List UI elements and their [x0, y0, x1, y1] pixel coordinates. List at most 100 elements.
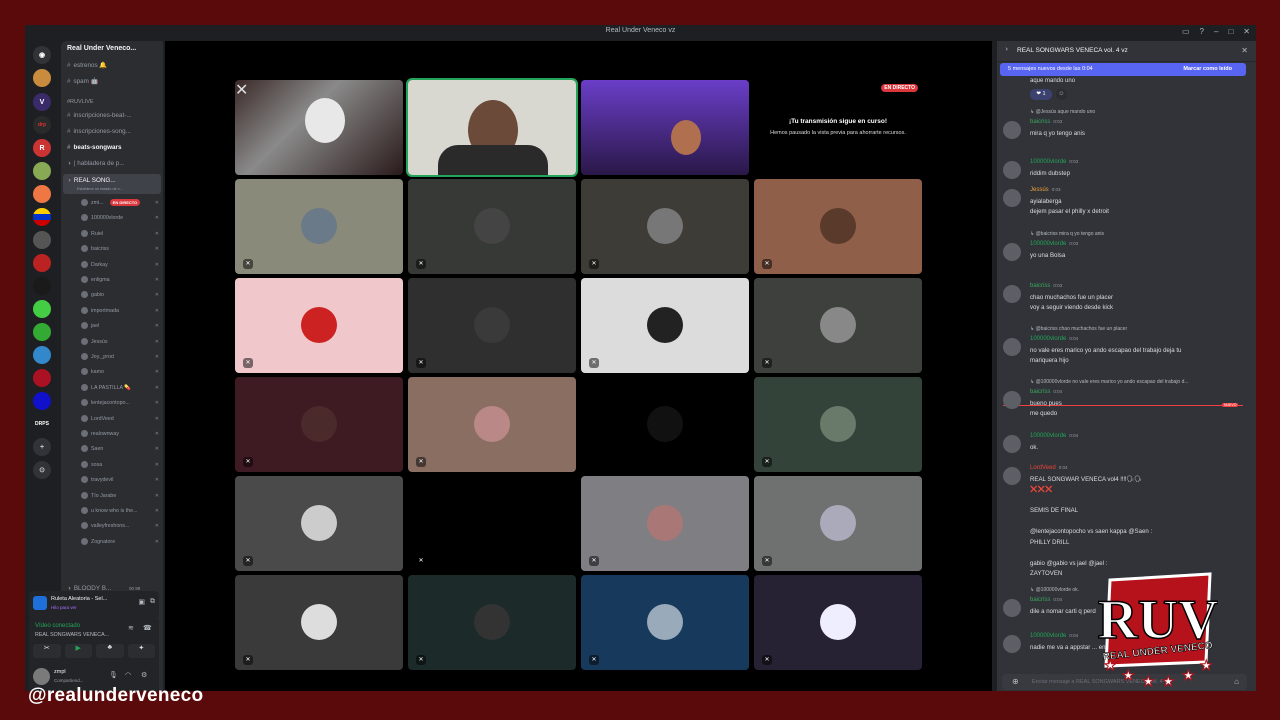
share-screen-button[interactable]: ▶	[64, 644, 92, 658]
voice-user[interactable]: Tío Jarabe	[81, 491, 116, 499]
video-tile[interactable]: ✕	[235, 80, 403, 175]
server-icon[interactable]: R	[33, 139, 51, 157]
avatar[interactable]	[1003, 243, 1021, 261]
voice-user[interactable]: travydevil	[81, 476, 113, 484]
participant-tile[interactable]: ✕	[754, 377, 922, 472]
message-author[interactable]: 100000vlorde 0:03	[1030, 241, 1078, 247]
message-author[interactable]: baicriss 0:03	[1030, 283, 1062, 289]
participant-tile[interactable]: ✕	[581, 476, 749, 571]
channel-beats-songwars[interactable]: # beats-songwars	[67, 144, 121, 151]
server-icon[interactable]	[33, 323, 51, 341]
server-icon[interactable]	[33, 254, 51, 272]
voice-connected-channel[interactable]: REAL SONGWARS VENECA...	[35, 632, 109, 638]
add-reaction-icon[interactable]: ☺	[1056, 89, 1067, 100]
voice-user[interactable]: jael	[81, 322, 99, 330]
new-messages-banner[interactable]: 5 mensajes nuevos desde las 0:04 Marcar …	[1000, 63, 1246, 76]
avatar[interactable]	[1003, 435, 1021, 453]
mark-read-button[interactable]: Marcar como leído	[1183, 66, 1232, 72]
avatar[interactable]	[1003, 121, 1021, 139]
participant-tile[interactable]: ✕	[235, 476, 403, 571]
server-icon[interactable]	[33, 208, 51, 226]
avatar[interactable]	[1003, 599, 1021, 617]
channel-inscripciones-song[interactable]: # inscripciones-song...	[67, 128, 131, 135]
channel-estrenos[interactable]: # estrenos 🔔	[67, 61, 107, 69]
explore-icon[interactable]: ⊙	[33, 461, 51, 479]
server-icon[interactable]	[33, 185, 51, 203]
voice-user[interactable]: enligma	[81, 276, 110, 283]
participant-tile[interactable]: ✕	[754, 476, 922, 571]
disconnect-icon[interactable]: ☎	[143, 624, 152, 632]
channel-habladera[interactable]: ◑ | habladera de p...	[67, 160, 124, 167]
server-icon[interactable]	[33, 277, 51, 295]
voice-user[interactable]: Joy._prod	[81, 353, 114, 360]
video-tile[interactable]	[581, 80, 749, 175]
server-icon[interactable]	[33, 162, 51, 180]
channel-spam[interactable]: # spam 🤖	[67, 77, 99, 85]
server-icon[interactable]: drp	[33, 116, 51, 134]
avatar[interactable]	[1003, 391, 1021, 409]
reply-reference[interactable]: ↳ @baicriss mira q yo tengo anis	[1030, 231, 1104, 237]
channel-inscripciones-beat[interactable]: # inscripciones-beat-...	[67, 112, 132, 119]
server-icon[interactable]: DRPS	[33, 415, 51, 433]
avatar[interactable]	[33, 668, 50, 685]
voice-user[interactable]: baicriss	[81, 245, 109, 253]
avatar[interactable]	[1003, 189, 1021, 207]
discord-home-icon[interactable]: ◉	[33, 46, 51, 64]
server-icon[interactable]	[33, 346, 51, 364]
voice-user[interactable]: Zognatore	[81, 537, 115, 545]
message-author[interactable]: 100000vlorde 0:04	[1030, 433, 1078, 439]
server-icon[interactable]	[33, 369, 51, 387]
voice-user[interactable]: u know who is the...	[81, 507, 138, 514]
message-author[interactable]: baicriss 0:04	[1030, 389, 1062, 395]
participant-tile[interactable]: ✕	[408, 476, 576, 571]
voice-user[interactable]: realownway	[81, 430, 119, 437]
server-icon[interactable]: V	[33, 93, 51, 111]
gamepad-icon[interactable]: ⌂	[1234, 677, 1239, 686]
server-name[interactable]: Real Under Veneco...	[67, 45, 136, 52]
message-author[interactable]: 100000vlorde 0:03	[1030, 159, 1078, 165]
voice-user[interactable]: lentejacontopo...	[81, 399, 130, 407]
stream-paused-tile[interactable]: EN DIRECTO ¡Tu transmisión sigue en curs…	[754, 80, 922, 175]
activity-panel[interactable]: Ruleta Aleatoria - Sel... Hilo para ver …	[29, 591, 159, 619]
message-author[interactable]: baicriss 0:03	[1030, 119, 1062, 125]
participant-tile[interactable]	[581, 377, 749, 472]
participant-tile[interactable]: ✕	[235, 278, 403, 373]
participant-tile[interactable]: ✕	[581, 575, 749, 670]
participant-tile[interactable]: ✕	[408, 377, 576, 472]
gear-icon[interactable]: ⚙	[141, 671, 147, 679]
maximize-icon[interactable]: □	[1228, 27, 1233, 36]
participant-tile[interactable]: ✕	[408, 575, 576, 670]
voice-user[interactable]: zmi... EN DIRECTO	[81, 199, 141, 207]
participant-tile[interactable]: ✕	[754, 575, 922, 670]
message-author[interactable]: baicriss 0:04	[1030, 597, 1062, 603]
voice-user[interactable]: LA PASTILLA 💊	[81, 383, 131, 391]
participant-tile[interactable]: ✕	[408, 179, 576, 274]
screen-icon[interactable]: ▣	[138, 598, 145, 606]
message-author[interactable]: 100000vlorde 0:04	[1030, 633, 1078, 639]
participant-tile[interactable]: ✕	[235, 179, 403, 274]
voice-user[interactable]: Jessús	[81, 337, 108, 345]
message-author[interactable]: Jessús 0:03	[1030, 187, 1060, 193]
participant-tile[interactable]: ✕	[581, 179, 749, 274]
video-tile-speaking[interactable]	[406, 78, 578, 177]
server-icon[interactable]	[33, 231, 51, 249]
message-author[interactable]: 100000vlorde 0:04	[1030, 336, 1078, 342]
voice-user[interactable]: valleyfreshons...	[81, 522, 129, 530]
camera-button[interactable]: ✂	[33, 644, 61, 658]
popout-icon[interactable]: ⧉	[150, 598, 155, 606]
add-attachment-icon[interactable]: ⊕	[1012, 677, 1019, 686]
voice-channel-active[interactable]: ◑ REAL SONG... Establece un estado de c..…	[63, 174, 161, 194]
participant-tile[interactable]: ✕	[754, 179, 922, 274]
voice-user[interactable]: gabio	[81, 291, 104, 299]
help-icon[interactable]: ?	[1200, 27, 1204, 36]
voice-user[interactable]: Saen	[81, 445, 103, 453]
avatar[interactable]	[1003, 285, 1021, 303]
participant-tile[interactable]: ✕	[581, 278, 749, 373]
close-icon[interactable]: ✕	[1243, 27, 1250, 36]
voice-user[interactable]: importmada	[81, 306, 119, 314]
reply-reference[interactable]: ↳ @100000vlorde no vale eres marico yo a…	[1030, 379, 1189, 385]
reply-reference[interactable]: ↳ @Jessús aque mando uno	[1030, 109, 1095, 115]
message-author[interactable]: LordVeed 0:04	[1030, 465, 1067, 471]
voice-user[interactable]: kamo	[81, 368, 104, 376]
participant-tile[interactable]: ✕	[235, 575, 403, 670]
